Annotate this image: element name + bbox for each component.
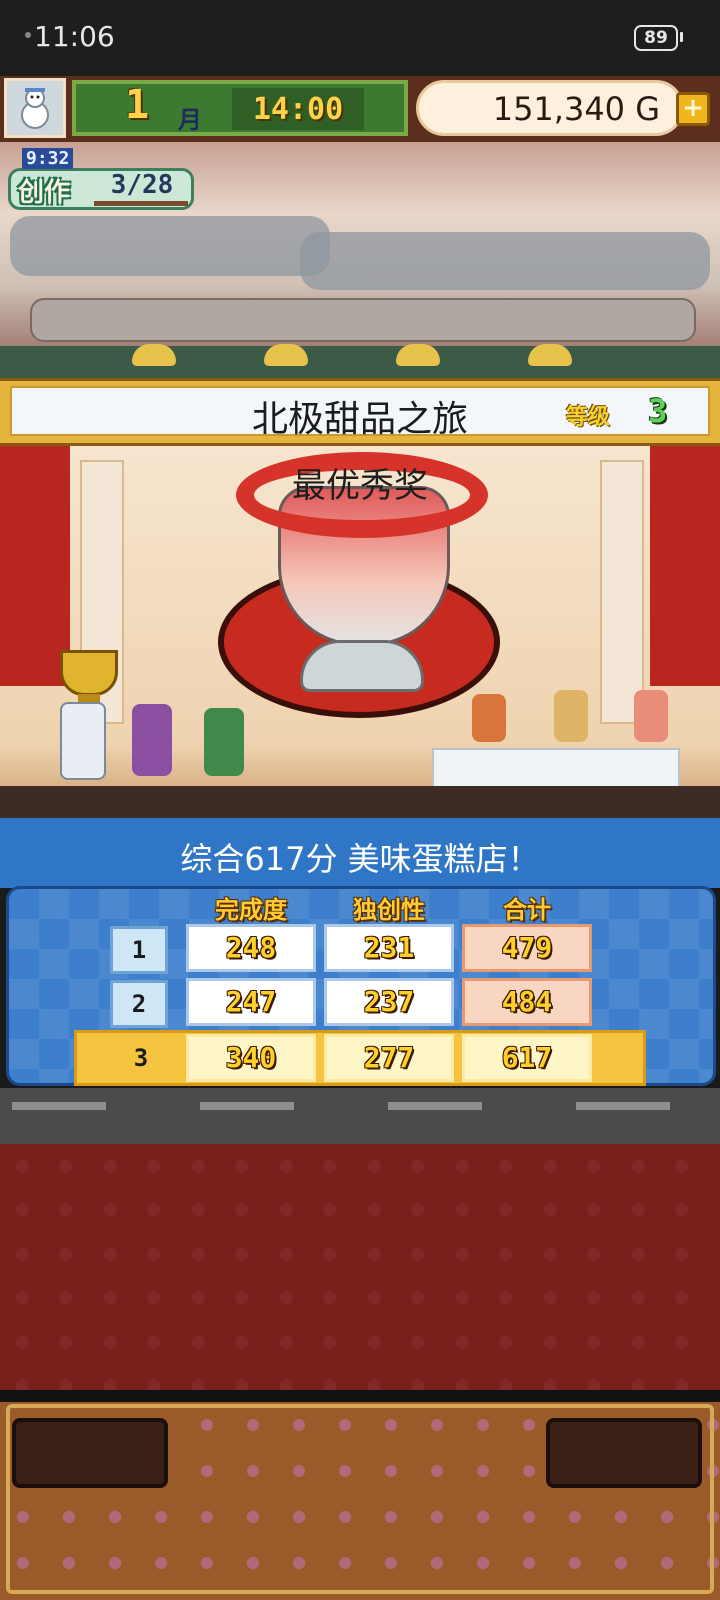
pillar (600, 460, 644, 724)
chef-character (60, 702, 106, 780)
create-progress: 3/28 (110, 170, 174, 200)
staff-character (204, 708, 244, 776)
lamp-icon (396, 344, 440, 366)
score-cell: 340 (186, 1034, 316, 1082)
staff-character (132, 704, 172, 776)
judge-character (472, 694, 506, 742)
grade-label: 等级 (566, 405, 611, 430)
total-cell: 617 (462, 1034, 592, 1082)
judge-character (554, 690, 588, 742)
column-header-total: 合计 (503, 896, 551, 924)
left-slot[interactable] (12, 1418, 168, 1488)
road-marking (12, 1102, 106, 1110)
audience-row (0, 786, 720, 820)
row-label: 3 (112, 1034, 170, 1082)
curtain-right (650, 446, 720, 686)
score-cell: 237 (324, 978, 454, 1026)
lamp-icon (264, 344, 308, 366)
parfait-stem (300, 640, 424, 692)
judge-character (634, 690, 668, 742)
total-cell: 484 (462, 978, 592, 1026)
notification-dot (25, 32, 31, 38)
column-header-originality: 独创性 (353, 896, 425, 924)
counter-edge (0, 1390, 720, 1402)
create-timer: 9:32 (22, 148, 74, 169)
right-slot[interactable] (546, 1418, 702, 1488)
shop-carpet (0, 1144, 720, 1390)
lamp-icon (528, 344, 572, 366)
total-cell: 479 (462, 924, 592, 972)
trophy-icon (60, 650, 118, 696)
road-marking (200, 1102, 294, 1110)
battery-indicator: 89 (634, 25, 678, 51)
status-time: 11:06 (34, 20, 115, 53)
money-amount: 151,340 G (492, 90, 660, 128)
month-number: 1 (124, 82, 150, 128)
row-label: 2 (110, 980, 168, 1028)
road-marking (388, 1102, 482, 1110)
road-marking (576, 1102, 670, 1110)
row-label: 1 (110, 926, 168, 974)
battery-tip (680, 32, 683, 42)
stage-beam (30, 298, 696, 342)
result-summary: 综合617分 美味蛋糕店！ (180, 840, 540, 878)
lamp-icon (132, 344, 176, 366)
snowman-icon[interactable] (4, 78, 66, 138)
road (0, 1088, 720, 1144)
grade-value: 3 (648, 392, 668, 430)
award-title: 最优秀奖 (292, 466, 428, 506)
add-money-button[interactable]: + (676, 92, 710, 126)
column-header-completion: 完成度 (215, 896, 287, 924)
create-label: 创作 (18, 178, 71, 208)
create-progress-bar (94, 201, 188, 206)
score-cell: 277 (324, 1034, 454, 1082)
score-cell: 231 (324, 924, 454, 972)
score-cell: 248 (186, 924, 316, 972)
month-unit: 月 (178, 106, 202, 134)
score-cell: 247 (186, 978, 316, 1026)
stage-backdrop (0, 346, 720, 380)
game-clock: 14:00 (252, 92, 344, 127)
